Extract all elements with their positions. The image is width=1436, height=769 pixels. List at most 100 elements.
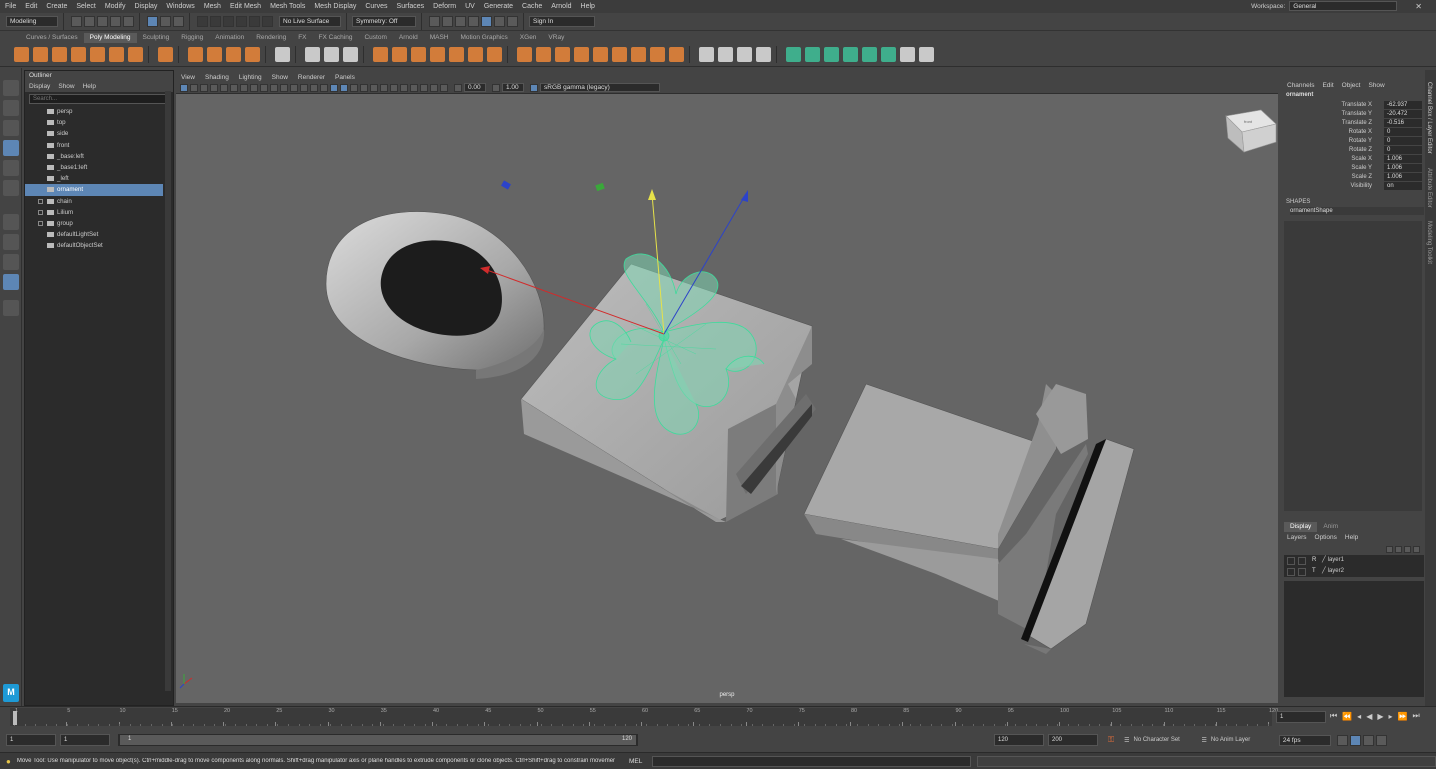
- layer-color-icon[interactable]: ╱: [1322, 555, 1326, 566]
- open-scene-icon[interactable]: [84, 16, 95, 27]
- scale-tool-icon[interactable]: [2, 180, 19, 196]
- move-layer-up-icon[interactable]: [1386, 545, 1393, 553]
- shelf-tab-fx[interactable]: FX: [292, 33, 312, 43]
- viewport-menu-panels[interactable]: Panels: [335, 74, 355, 81]
- grid-icon[interactable]: [240, 83, 248, 92]
- undo-icon[interactable]: [110, 16, 121, 27]
- current-frame-field[interactable]: 1: [1276, 711, 1326, 723]
- isolate-select-icon[interactable]: [410, 83, 418, 92]
- select-camera-icon[interactable]: [180, 83, 188, 92]
- uv-editor-icon[interactable]: [275, 47, 290, 62]
- time-slider-track[interactable]: 1510152025303540455055606570758085909510…: [10, 708, 1278, 726]
- play-forwards-icon[interactable]: ▶: [1377, 712, 1383, 721]
- xy-plane-handle[interactable]: [501, 180, 511, 190]
- shelf-tab-custom[interactable]: Custom: [358, 33, 392, 43]
- step-back-frame-icon[interactable]: ◂: [1357, 712, 1361, 721]
- layer-menu-layers[interactable]: Layers: [1287, 534, 1307, 541]
- multi-cut-icon[interactable]: [699, 47, 714, 62]
- menu-create[interactable]: Create: [46, 3, 67, 10]
- outliner-item-persp[interactable]: persp: [25, 106, 163, 117]
- viewport-menu-show[interactable]: Show: [272, 74, 288, 81]
- separate-icon[interactable]: [324, 47, 339, 62]
- wireframe-icon[interactable]: [310, 83, 318, 92]
- live-surface-field[interactable]: No Live Surface: [279, 16, 341, 27]
- step-forward-frame-icon[interactable]: ▸: [1389, 712, 1393, 721]
- step-forward-key-icon[interactable]: ⏩: [1398, 712, 1408, 721]
- script-language-toggle[interactable]: MEL: [629, 758, 642, 765]
- menu-curves[interactable]: Curves: [365, 3, 387, 10]
- super-shape-icon[interactable]: [188, 47, 203, 62]
- sew-uv-icon[interactable]: [919, 47, 934, 62]
- outliner-item-base-left[interactable]: _base:left: [25, 151, 163, 162]
- playback-end-field[interactable]: 120: [994, 734, 1044, 746]
- outliner-scrollbar[interactable]: [165, 91, 171, 691]
- field-chart-icon[interactable]: [280, 83, 288, 92]
- boolean-union-icon[interactable]: [392, 47, 407, 62]
- offset-edge-loop-icon[interactable]: [737, 47, 752, 62]
- menu-mesh-tools[interactable]: Mesh Tools: [270, 3, 305, 10]
- outliner-item-side[interactable]: side: [25, 128, 163, 139]
- channel-label[interactable]: Rotate Z: [1349, 146, 1372, 155]
- viewport-menu-view[interactable]: View: [181, 74, 195, 81]
- layer-display-flag[interactable]: R: [1312, 555, 1322, 566]
- move-layer-down-icon[interactable]: [1395, 545, 1402, 553]
- camera-attributes-icon[interactable]: [190, 83, 198, 92]
- resolution-gate-icon[interactable]: [260, 83, 268, 92]
- chain-mesh[interactable]: [325, 211, 545, 379]
- menu-help[interactable]: Help: [581, 3, 595, 10]
- shelf-tab-sculpting[interactable]: Sculpting: [137, 33, 176, 43]
- shelf-tab-motion-graphics[interactable]: Motion Graphics: [454, 33, 513, 43]
- sign-in-button[interactable]: Sign In: [529, 16, 595, 27]
- channel-value-field[interactable]: 0: [1384, 137, 1422, 145]
- z-axis-handle[interactable]: [741, 190, 748, 202]
- anti-aliasing-icon[interactable]: [390, 83, 398, 92]
- safe-title-icon[interactable]: [300, 83, 308, 92]
- bookmarks-icon[interactable]: [200, 83, 208, 92]
- poly-sphere-icon[interactable]: [14, 47, 29, 62]
- outliner-item-defaultobjectset[interactable]: defaultObjectSet: [25, 240, 163, 251]
- y-axis-handle[interactable]: [648, 189, 656, 200]
- depth-of-field-icon[interactable]: [400, 83, 408, 92]
- outliner-layout-icon[interactable]: [2, 274, 19, 290]
- menu-edit-mesh[interactable]: Edit Mesh: [230, 3, 261, 10]
- redo-icon[interactable]: [123, 16, 134, 27]
- channel-label[interactable]: Translate X: [1342, 101, 1372, 110]
- platonic-solid-icon[interactable]: [158, 47, 173, 62]
- viewport-menu-lighting[interactable]: Lighting: [239, 74, 262, 81]
- menu-surfaces[interactable]: Surfaces: [397, 3, 425, 10]
- save-scene-icon[interactable]: [97, 16, 108, 27]
- outliner-item-group[interactable]: group: [25, 218, 163, 229]
- shelf-tab-xgen[interactable]: XGen: [514, 33, 543, 43]
- snap-magnet-icon[interactable]: [262, 16, 273, 27]
- image-plane-icon[interactable]: [210, 83, 218, 92]
- poly-torus-icon[interactable]: [90, 47, 105, 62]
- snap-point-icon[interactable]: [223, 16, 234, 27]
- menu-uv[interactable]: UV: [465, 3, 475, 10]
- select-by-object-icon[interactable]: [160, 16, 171, 27]
- range-slider[interactable]: 1 120: [118, 734, 638, 746]
- menu-deform[interactable]: Deform: [433, 3, 456, 10]
- sound-icon[interactable]: [1349, 734, 1361, 746]
- snap-grid-icon[interactable]: [197, 16, 208, 27]
- expand-icon[interactable]: [38, 198, 43, 204]
- spherical-mapping-icon[interactable]: [824, 47, 839, 62]
- viewport-menu-renderer[interactable]: Renderer: [298, 74, 325, 81]
- shelf-tab-curves-surfaces[interactable]: Curves / Surfaces: [20, 33, 84, 43]
- mirror-icon[interactable]: [373, 47, 388, 62]
- symmetry-dropdown[interactable]: Symmetry: Off: [352, 16, 416, 27]
- channel-menu-edit[interactable]: Edit: [1322, 82, 1333, 89]
- shelf-tab-mash[interactable]: MASH: [424, 33, 455, 43]
- merge-vertices-icon[interactable]: [612, 47, 627, 62]
- layer-menu-options[interactable]: Options: [1315, 534, 1337, 541]
- channel-value-field[interactable]: 1.006: [1384, 173, 1422, 181]
- select-tool-icon[interactable]: [2, 80, 19, 96]
- safe-action-icon[interactable]: [290, 83, 298, 92]
- new-scene-icon[interactable]: [71, 16, 82, 27]
- channel-menu-show[interactable]: Show: [1368, 82, 1384, 89]
- channel-label[interactable]: Translate Y: [1342, 110, 1372, 119]
- channel-label[interactable]: Rotate X: [1349, 128, 1372, 137]
- fill-hole-icon[interactable]: [593, 47, 608, 62]
- paint-select-icon[interactable]: [2, 120, 19, 136]
- expand-icon[interactable]: [38, 220, 43, 226]
- shelf-tab-rigging[interactable]: Rigging: [175, 33, 209, 43]
